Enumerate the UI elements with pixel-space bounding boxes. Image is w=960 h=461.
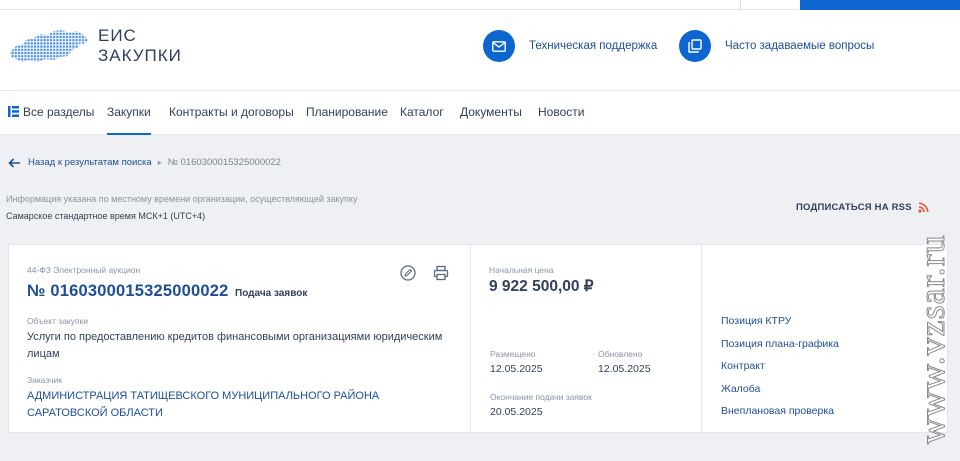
updated-label: Обновлено	[598, 349, 643, 359]
nav-news[interactable]: Новости	[538, 91, 584, 135]
object-label: Объект закупки	[27, 316, 89, 326]
price-label: Начальная цена	[489, 265, 554, 275]
complaint-link[interactable]: Жалоба	[721, 383, 760, 395]
logo-line-1: ЕИС	[98, 26, 137, 45]
unscheduled-inspection-link[interactable]: Внеплановая проверка	[721, 405, 834, 417]
top-accent-bar	[800, 0, 960, 10]
breadcrumb-current: № 0160300015325000022	[167, 157, 281, 168]
top-divider	[740, 0, 741, 10]
purchase-card: 44-ФЗ Электронный аукцион № 016030001532…	[8, 244, 948, 433]
breadcrumb: Назад к результатам поиска ▸ № 016030001…	[8, 157, 281, 168]
column-divider	[470, 245, 471, 432]
nav-catalog[interactable]: Каталог	[400, 91, 444, 135]
print-icon[interactable]	[433, 265, 449, 281]
faq-copy-icon	[679, 30, 711, 62]
breadcrumb-separator: ▸	[157, 158, 162, 167]
back-to-results-link[interactable]: Назад к результатам поиска	[28, 157, 152, 168]
support-label: Техническая поддержка	[529, 40, 658, 52]
nav-documents[interactable]: Документы	[460, 91, 522, 135]
customer-link[interactable]: АДМИНИСТРАЦИЯ ТАТИЩЕВСКОГО МУНИЦИПАЛЬНОГ…	[27, 388, 457, 422]
site-header: ЕИС ЗАКУПКИ Техническая поддержка Часто …	[0, 10, 960, 90]
logo[interactable]: ЕИС ЗАКУПКИ	[8, 26, 182, 66]
nav-planning[interactable]: Планирование	[306, 91, 388, 135]
nav-label: Все разделы	[23, 105, 95, 119]
updated-date: 12.05.2025	[598, 363, 651, 375]
ktru-position-link[interactable]: Позиция КТРУ	[721, 315, 791, 327]
nav-all-sections[interactable]: Все разделы	[8, 91, 94, 135]
posted-date: 12.05.2025	[490, 363, 543, 375]
column-divider	[701, 245, 702, 432]
timezone-note: Информация указана по местному времени о…	[6, 194, 358, 204]
support-link[interactable]: Техническая поддержка	[483, 30, 657, 62]
nav-purchases[interactable]: Закупки	[107, 91, 151, 135]
arrow-left-icon[interactable]	[8, 157, 21, 168]
sections-grid-icon	[8, 105, 19, 117]
contract-link[interactable]: Контракт	[721, 360, 765, 372]
watermark-text: www.vzsar.ru	[912, 234, 952, 444]
customer-label: Заказчик	[27, 375, 62, 385]
plan-schedule-link[interactable]: Позиция плана-графика	[721, 338, 839, 350]
timezone-value: Самарское стандартное время МСК+1 (UTC+4…	[6, 211, 206, 221]
rss-label: ПОДПИСАТЬСЯ НА RSS	[796, 202, 912, 213]
law-type: 44-ФЗ Электронный аукцион	[27, 265, 141, 275]
deadline-label: Окончание подачи заявок	[490, 392, 592, 402]
main-nav: Все разделы Закупки Контракты и договоры…	[0, 90, 960, 135]
russia-map-icon	[10, 30, 88, 62]
nav-contracts[interactable]: Контракты и договоры	[169, 91, 294, 135]
top-strip	[0, 0, 960, 10]
purchase-object: Услуги по предоставлению кредитов финанс…	[27, 331, 443, 360]
deadline-date: 20.05.2025	[490, 406, 543, 418]
logo-text: ЕИС ЗАКУПКИ	[98, 26, 182, 66]
watermark: www.vzsar.ru	[912, 234, 953, 445]
mail-icon	[483, 30, 515, 62]
faq-link[interactable]: Часто задаваемые вопросы	[679, 30, 874, 62]
initial-price: 9 922 500,00 ₽	[489, 278, 594, 295]
faq-label: Часто задаваемые вопросы	[725, 40, 875, 52]
logo-line-2: ЗАКУПКИ	[98, 46, 182, 65]
purchase-number-link[interactable]: № 0160300015325000022	[27, 282, 229, 301]
status-badge: Подача заявок	[235, 288, 308, 299]
edit-icon[interactable]	[400, 265, 416, 281]
posted-label: Размещено	[490, 349, 536, 359]
